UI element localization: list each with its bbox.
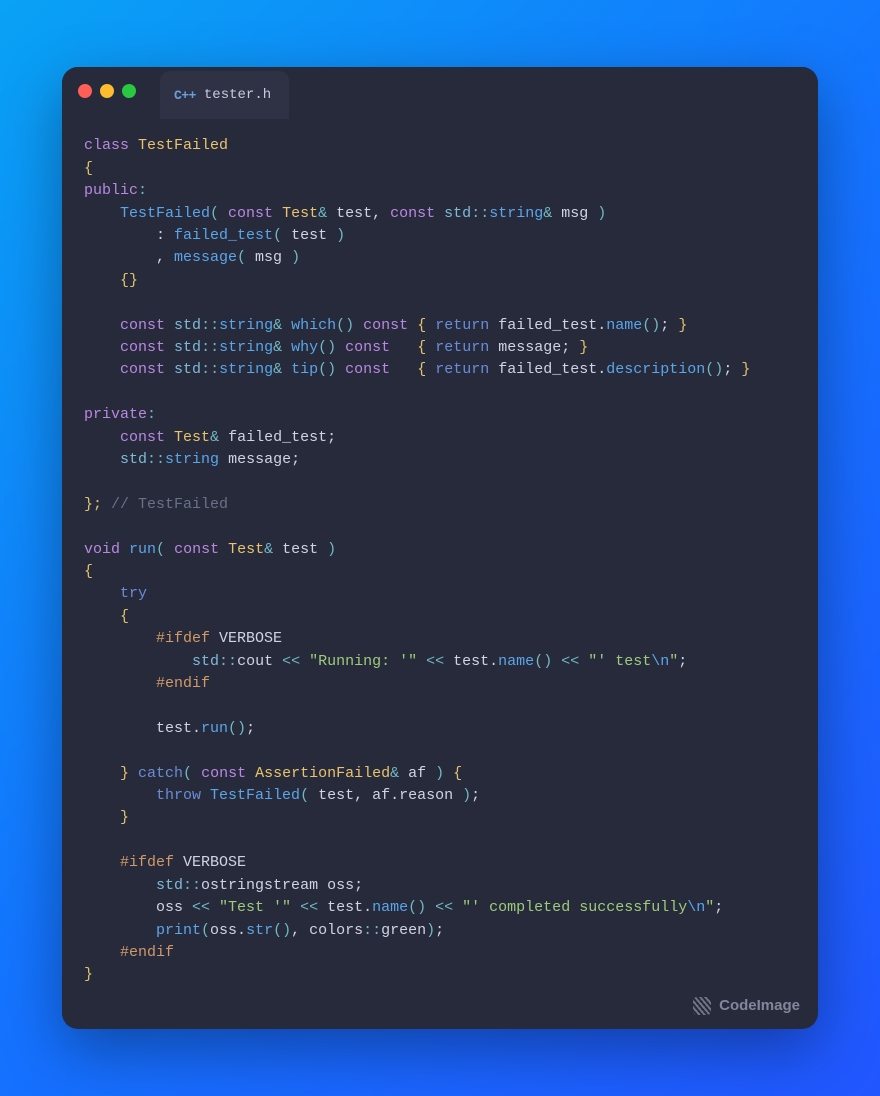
tab-file[interactable]: C++ tester.h [160,71,289,119]
code-line: test.run(); [84,718,796,740]
code-line: #ifdef VERBOSE [84,852,796,874]
code-line: std::ostringstream oss; [84,875,796,897]
code-line: #ifdef VERBOSE [84,628,796,650]
code-line: TestFailed( const Test& test, const std:… [84,203,796,225]
watermark: CodeImage [693,997,800,1015]
code-line: } [84,807,796,829]
codeimage-logo-icon [693,997,711,1015]
code-line: {} [84,270,796,292]
code-line: std::string message; [84,449,796,471]
code-line: { [84,606,796,628]
close-icon[interactable] [78,84,92,98]
code-line: private: [84,404,796,426]
code-line: #endif [84,673,796,695]
watermark-label: CodeImage [719,997,800,1014]
code-line [84,830,796,852]
titlebar: C++ tester.h [62,67,818,115]
code-line: const std::string& which() const { retur… [84,315,796,337]
code-line: const Test& failed_test; [84,427,796,449]
code-line: { [84,561,796,583]
code-line: throw TestFailed( test, af.reason ); [84,785,796,807]
code-line: print(oss.str(), colors::green); [84,920,796,942]
code-line: #endif [84,942,796,964]
code-line: void run( const Test& test ) [84,539,796,561]
window-controls [78,84,136,98]
code-line: , message( msg ) [84,247,796,269]
code-line: { [84,158,796,180]
maximize-icon[interactable] [122,84,136,98]
editor-window: C++ tester.h class TestFailed{public: Te… [62,67,818,1028]
code-line: public: [84,180,796,202]
code-line [84,292,796,314]
code-line: : failed_test( test ) [84,225,796,247]
code-line: class TestFailed [84,135,796,157]
code-line: const std::string& why() const { return … [84,337,796,359]
code-content: class TestFailed{public: TestFailed( con… [62,115,818,1028]
code-line: std::cout << "Running: '" << test.name()… [84,651,796,673]
tab-filename: tester.h [204,87,271,103]
code-line [84,516,796,538]
code-line: } [84,964,796,986]
minimize-icon[interactable] [100,84,114,98]
code-line: try [84,583,796,605]
code-line [84,695,796,717]
code-line [84,740,796,762]
code-line: const std::string& tip() const { return … [84,359,796,381]
code-line [84,471,796,493]
code-line: } catch( const AssertionFailed& af ) { [84,763,796,785]
code-line: }; // TestFailed [84,494,796,516]
code-line [84,382,796,404]
code-line: oss << "Test '" << test.name() << "' com… [84,897,796,919]
cpp-file-icon: C++ [174,88,196,103]
